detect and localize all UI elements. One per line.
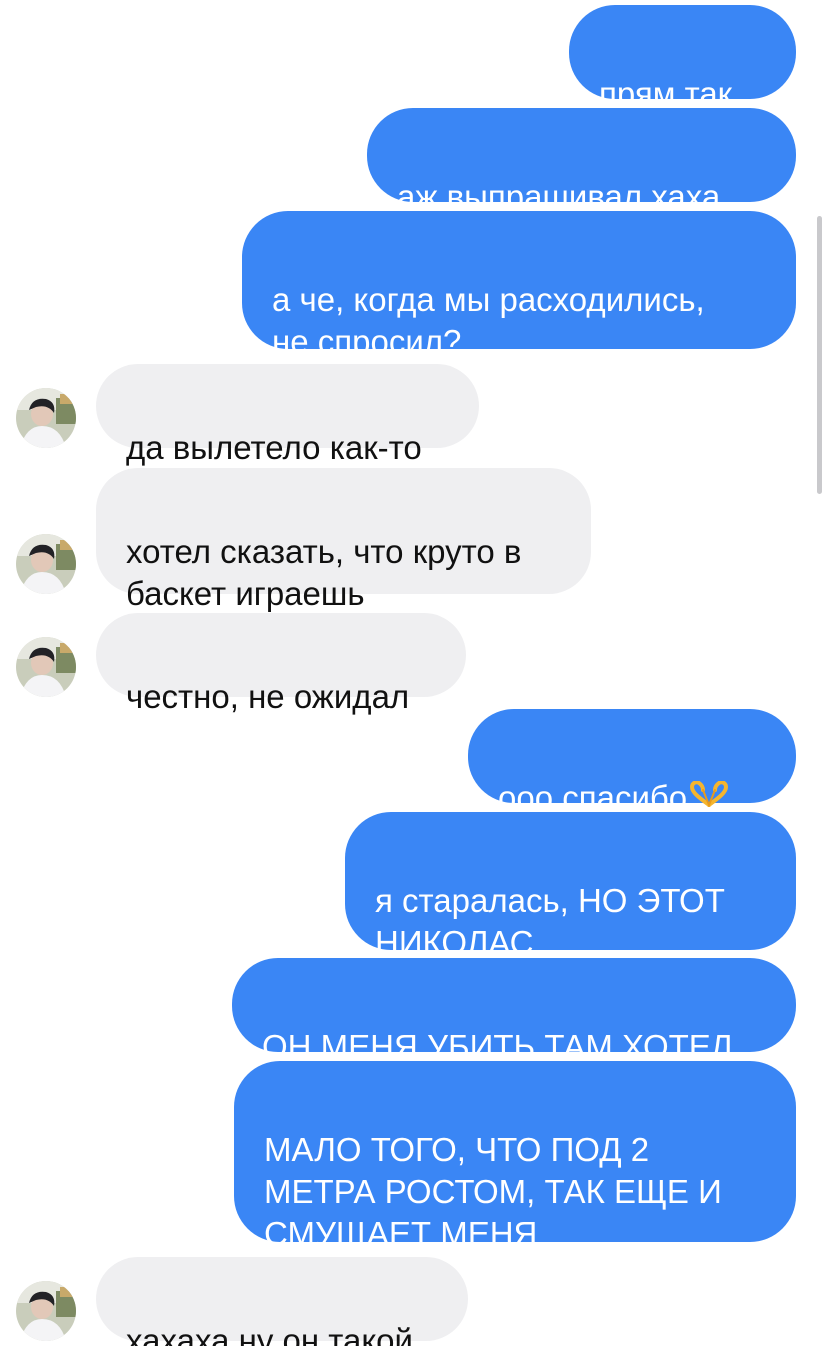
contact-avatar[interactable] bbox=[16, 637, 76, 697]
outgoing-message[interactable]: прям так bbox=[569, 5, 796, 112]
outgoing-message[interactable]: я старалась, НО ЭТОТ НИКОЛАС bbox=[345, 812, 796, 961]
outgoing-message[interactable]: ОН МЕНЯ УБИТЬ ТАМ ХОТЕЛ bbox=[232, 958, 796, 1065]
incoming-message[interactable]: хотел сказать, что круто в баскет играеш… bbox=[96, 468, 591, 612]
incoming-message[interactable]: да вылетело как-то bbox=[96, 364, 479, 466]
message-text: прям так bbox=[599, 75, 733, 112]
message-text: аж выпрашивал хаха bbox=[397, 178, 721, 215]
outgoing-message[interactable]: ооо спасибо bbox=[468, 709, 796, 816]
contact-avatar[interactable] bbox=[16, 1281, 76, 1341]
chat-thread: прям так аж выпрашивал хаха а че, когда … bbox=[0, 0, 828, 1346]
outgoing-message[interactable]: МАЛО ТОГО, ЧТО ПОД 2 МЕТРА РОСТОМ, ТАК Е… bbox=[234, 1061, 796, 1252]
message-text: ооо спасибо bbox=[498, 779, 688, 816]
outgoing-message[interactable]: аж выпрашивал хаха bbox=[367, 108, 796, 215]
message-text: честно, не ожидал bbox=[126, 678, 410, 715]
message-text: МАЛО ТОГО, ЧТО ПОД 2 МЕТРА РОСТОМ, ТАК Е… bbox=[264, 1131, 722, 1252]
message-text: я старалась, НО ЭТОТ НИКОЛАС bbox=[375, 882, 725, 961]
incoming-message[interactable]: честно, не ожидал bbox=[96, 613, 466, 715]
message-text: хотел сказать, что круто в баскет играеш… bbox=[126, 533, 522, 612]
message-text: хахаха ну он такой bbox=[126, 1322, 413, 1346]
message-text: да вылетело как-то bbox=[126, 429, 422, 466]
contact-avatar[interactable] bbox=[16, 534, 76, 594]
outgoing-message[interactable]: а че, когда мы расходились, не спросил? bbox=[242, 211, 796, 360]
contact-avatar[interactable] bbox=[16, 388, 76, 448]
message-text: а че, когда мы расходились, не спросил? bbox=[272, 281, 705, 360]
message-text: ОН МЕНЯ УБИТЬ ТАМ ХОТЕЛ bbox=[262, 1028, 733, 1065]
incoming-message[interactable]: хахаха ну он такой bbox=[96, 1257, 468, 1346]
scrollbar[interactable] bbox=[817, 216, 822, 494]
heart-hands-emoji-icon bbox=[689, 775, 729, 817]
